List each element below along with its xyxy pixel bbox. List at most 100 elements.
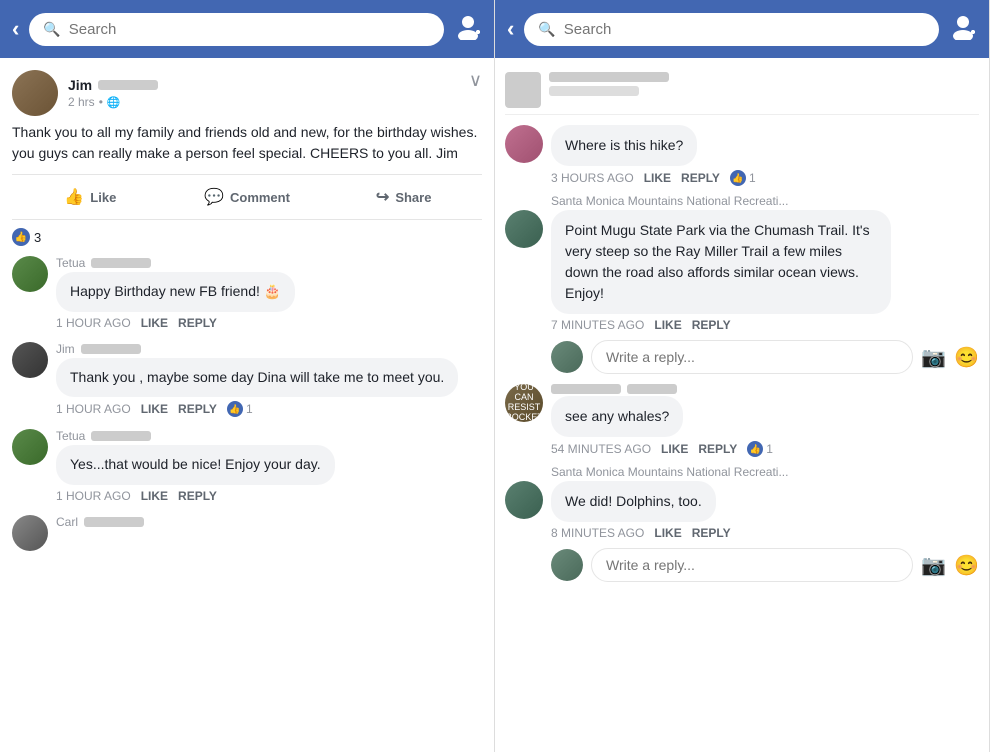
thread-1-like-btn[interactable]: LIKE (644, 171, 671, 185)
camera-icon-1[interactable]: 📷 (921, 345, 946, 370)
right-content: Where is this hike? 3 HOURS AGO LIKE REP… (495, 58, 989, 752)
right-search-icon: 🔍 (538, 21, 555, 38)
like-number: 3 (34, 230, 41, 245)
blurred-post-info (549, 72, 979, 108)
thread-2-name-blur-2 (627, 384, 677, 394)
comment-action-button[interactable]: 💬 Comment (169, 179, 326, 215)
thread-1-like-badge: 👍 (730, 170, 746, 186)
emoji-icon-1[interactable]: 😊 (954, 345, 979, 370)
thread-2-reply-btn[interactable]: REPLY (698, 442, 737, 456)
smm-label-1: Santa Monica Mountains National Recreati… (551, 194, 979, 208)
comment-4-content: Carl (56, 515, 482, 551)
left-person-icon[interactable] (454, 12, 482, 46)
right-back-button[interactable]: ‹ (507, 16, 514, 42)
comment-1-meta: 1 HOUR AGO LIKE REPLY (56, 316, 482, 330)
thread-1-meta: 3 HOURS AGO LIKE REPLY 👍 1 (551, 170, 756, 186)
post-like-count: 👍 3 (12, 228, 482, 246)
post-author-name: Jim (68, 77, 92, 93)
thread-1-reply-btn[interactable]: REPLY (681, 171, 720, 185)
author-name-blur (98, 80, 158, 90)
emoji-icon-2[interactable]: 😊 (954, 553, 979, 578)
thread-1-reaction: 👍 1 (730, 170, 756, 186)
comment-1-avatar (12, 256, 48, 292)
response-1-like-btn[interactable]: LIKE (654, 318, 681, 332)
right-header: ‹ 🔍 (495, 0, 989, 58)
comment-3-name: Tetua (56, 429, 85, 443)
reply-input-avatar-2 (551, 549, 583, 581)
comment-3-time: 1 HOUR AGO (56, 489, 131, 503)
comment-1-name: Tetua (56, 256, 85, 270)
comment-4-name-blur (84, 517, 144, 527)
comment-2-time: 1 HOUR AGO (56, 402, 131, 416)
thread-2-time: 54 MINUTES AGO (551, 442, 651, 456)
globe-icon: 🌐 (107, 96, 121, 109)
left-header: ‹ 🔍 (0, 0, 494, 58)
comment-3-author: Tetua (56, 429, 482, 443)
reply-input-2[interactable] (591, 548, 913, 582)
thread-2-content: see any whales? 54 MINUTES AGO LIKE REPL… (551, 384, 773, 457)
response-1-reply-btn[interactable]: REPLY (692, 318, 731, 332)
post-author-details: Jim 2 hrs • 🌐 (68, 77, 158, 109)
thread-2-meta: 54 MINUTES AGO LIKE REPLY 👍 1 (551, 441, 773, 457)
comment-3-name-blur (91, 431, 151, 441)
camera-icon-2[interactable]: 📷 (921, 553, 946, 578)
comment-4: Carl (12, 515, 482, 551)
response-1-avatar (505, 210, 543, 248)
comment-4-author: Carl (56, 515, 482, 529)
thread-1-like-count: 1 (749, 171, 756, 185)
reply-input-row-2: 📷 😊 (551, 548, 979, 582)
left-search-input[interactable] (69, 21, 430, 38)
comment-4-avatar (12, 515, 48, 551)
comment-2-reaction: 👍 1 (227, 401, 253, 417)
thread-1-time: 3 HOURS AGO (551, 171, 634, 185)
comment-2-content: Jim Thank you , maybe some day Dina will… (56, 342, 482, 418)
post-options-chevron[interactable]: ∨ (469, 70, 482, 91)
comment-3: Tetua Yes...that would be nice! Enjoy yo… (12, 429, 482, 503)
post-meta: 2 hrs • 🌐 (68, 95, 158, 109)
comment-4-name: Carl (56, 515, 78, 529)
blurred-post-header (505, 66, 979, 115)
thread-2-like-count: 1 (766, 442, 773, 456)
comment-1: Tetua Happy Birthday new FB friend! 🎂 1 … (12, 256, 482, 330)
comment-3-bubble: Yes...that would be nice! Enjoy your day… (56, 445, 335, 485)
right-search-input[interactable] (564, 21, 925, 38)
right-person-icon[interactable] (949, 12, 977, 46)
like-action-button[interactable]: 👍 Like (12, 179, 169, 215)
comment-1-like-btn[interactable]: LIKE (141, 316, 168, 330)
comment-2-reply-btn[interactable]: REPLY (178, 402, 217, 416)
reply-input-row-1: 📷 😊 (551, 340, 979, 374)
left-back-button[interactable]: ‹ (12, 16, 19, 42)
reply-input-1[interactable] (591, 340, 913, 374)
response-2-bubble: We did! Dolphins, too. (551, 481, 716, 522)
thread-2-like-btn[interactable]: LIKE (661, 442, 688, 456)
thread-1-avatar (505, 125, 543, 163)
thread-1-bubble: Where is this hike? (551, 125, 697, 166)
response-1-bubble: Point Mugu State Park via the Chumash Tr… (551, 210, 891, 314)
share-action-button[interactable]: ↪ Share (325, 179, 482, 215)
comment-3-avatar (12, 429, 48, 465)
share-arrow-icon: ↪ (376, 187, 389, 207)
left-search-bar[interactable]: 🔍 (29, 13, 444, 46)
like-badge: 👍 (12, 228, 30, 246)
comment-2-meta: 1 HOUR AGO LIKE REPLY 👍 1 (56, 401, 482, 417)
comment-2-name: Jim (56, 342, 75, 356)
response-2-like-btn[interactable]: LIKE (654, 526, 681, 540)
blurred-post-thumb (505, 72, 541, 108)
comment-bubble-icon: 💬 (204, 187, 224, 207)
comment-3-like-btn[interactable]: LIKE (141, 489, 168, 503)
thread-1-comment: Where is this hike? 3 HOURS AGO LIKE REP… (505, 125, 979, 186)
right-panel: ‹ 🔍 (495, 0, 990, 752)
comment-2-like-btn[interactable]: LIKE (141, 402, 168, 416)
comment-2-like-badge: 👍 (227, 401, 243, 417)
blurred-post-title-2 (549, 86, 639, 96)
comment-2-author: Jim (56, 342, 482, 356)
response-2-reply-btn[interactable]: REPLY (692, 526, 731, 540)
smm-name-1: Santa Monica Mountains National Recreati… (551, 194, 788, 208)
comment-1-reply-btn[interactable]: REPLY (178, 316, 217, 330)
comment-2-bubble: Thank you , maybe some day Dina will tak… (56, 358, 458, 398)
right-search-bar[interactable]: 🔍 (524, 13, 939, 46)
comment-1-bubble: Happy Birthday new FB friend! 🎂 (56, 272, 295, 312)
response-2-avatar (505, 481, 543, 519)
comment-3-reply-btn[interactable]: REPLY (178, 489, 217, 503)
post-header: Jim 2 hrs • 🌐 ∨ (12, 70, 482, 116)
